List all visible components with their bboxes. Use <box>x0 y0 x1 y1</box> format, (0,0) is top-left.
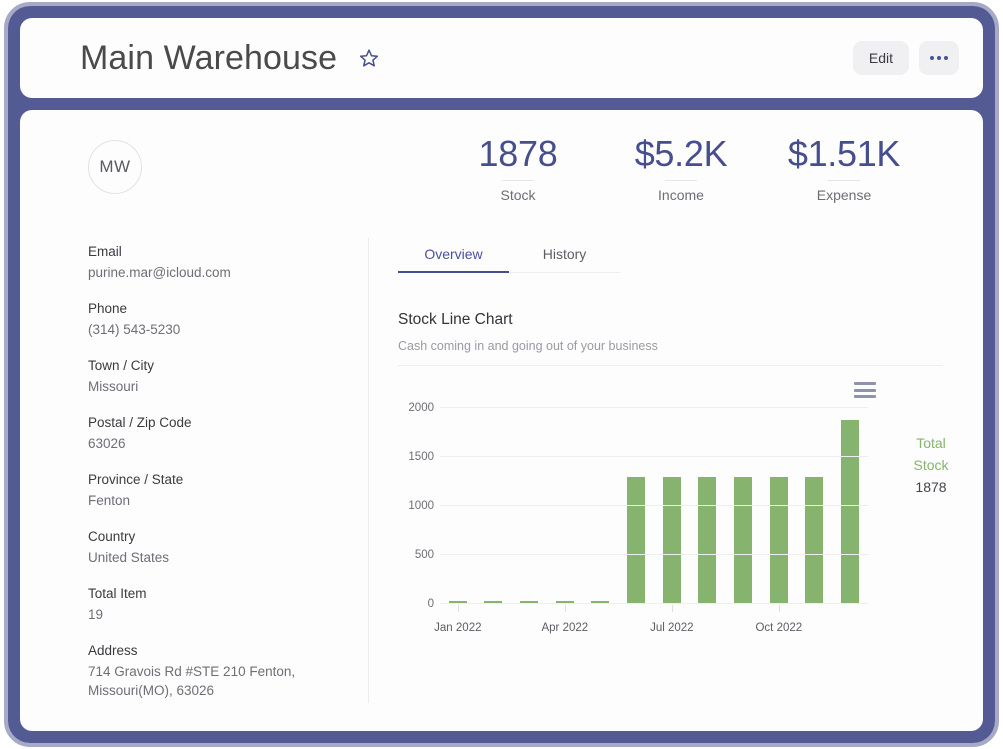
tab-overview[interactable]: Overview <box>398 238 509 273</box>
stock-bar-chart: 0 500 1000 1500 2000 Jan 2022 Apr 2022 Jul 2022… <box>398 382 949 642</box>
stat-divider <box>828 180 860 181</box>
tab-bar: Overview History <box>398 238 620 273</box>
more-dot <box>937 56 941 60</box>
stat-income: $5.2K Income <box>606 132 756 203</box>
x-axis-tick <box>564 605 566 612</box>
info-value: United States <box>88 550 170 565</box>
bar-group <box>440 408 868 604</box>
chart-gridline <box>440 603 868 604</box>
chart-subtitle: Cash coming in and going out of your bus… <box>398 339 943 366</box>
menu-line <box>854 388 876 392</box>
x-axis-tick <box>457 605 459 612</box>
info-label: Town / City <box>88 358 155 373</box>
info-value: (314) 543-5230 <box>88 322 181 337</box>
hamburger-menu-icon[interactable] <box>854 382 876 398</box>
right-panel: Overview History Stock Line Chart Cash c… <box>398 238 949 642</box>
y-axis-tick-label: 500 <box>414 549 434 561</box>
info-field-province-state: Province / State Fenton <box>88 472 368 510</box>
column-divider <box>368 238 369 703</box>
info-field-email: Email purine.mar@icloud.com <box>88 244 368 282</box>
chart-gridline <box>440 407 868 408</box>
bar[interactable] <box>662 476 681 604</box>
info-value: 714 Gravois Rd #STE 210 Fenton, Missouri… <box>88 664 296 698</box>
info-field-total-item: Total Item 19 <box>88 586 368 624</box>
info-label: Address <box>88 643 138 658</box>
more-options-button[interactable] <box>919 41 959 75</box>
info-label: Total Item <box>88 586 147 601</box>
legend-total-value: 1878 <box>915 479 947 495</box>
stat-income-value: $5.2K <box>634 133 728 174</box>
edit-button[interactable]: Edit <box>852 41 909 75</box>
x-axis-tick-label: Oct 2022 <box>755 622 803 634</box>
info-field-address: Address 714 Gravois Rd #STE 210 Fenton, … <box>88 643 368 700</box>
stat-divider <box>665 180 697 181</box>
stat-stock: 1878 Stock <box>443 132 593 203</box>
info-label: Province / State <box>88 472 184 487</box>
more-dot <box>944 56 948 60</box>
chart-gridline <box>440 456 868 457</box>
x-axis-tick-label: Apr 2022 <box>541 622 589 634</box>
stat-stock-value: 1878 <box>478 133 558 174</box>
x-axis-tick <box>671 605 673 612</box>
bar[interactable] <box>805 476 824 604</box>
info-field-town-city: Town / City Missouri <box>88 358 368 396</box>
info-value: Fenton <box>88 493 131 508</box>
info-value: 63026 <box>88 436 126 451</box>
x-axis-tick-label: Jan 2022 <box>434 622 482 634</box>
bar[interactable] <box>841 419 860 604</box>
info-field-postal-zip: Postal / Zip Code 63026 <box>88 415 368 453</box>
y-axis-tick-label: 1500 <box>408 451 434 463</box>
info-label: Country <box>88 529 136 544</box>
stat-expense-value: $1.51K <box>787 133 901 174</box>
info-field-phone: Phone (314) 543-5230 <box>88 301 368 339</box>
legend-name-line1: Total <box>916 435 946 451</box>
bar[interactable] <box>769 476 788 604</box>
bar[interactable] <box>734 476 753 604</box>
detail-card: MW 1878 Stock $5.2K Income $1.51K Expens… <box>20 110 983 731</box>
summary-row: MW 1878 Stock $5.2K Income $1.51K Expens… <box>20 110 983 224</box>
chart-legend: Total Stock 1878 <box>893 432 969 495</box>
stat-stock-label: Stock <box>500 187 536 203</box>
y-axis-tick-label: 0 <box>427 598 434 610</box>
info-label: Postal / Zip Code <box>88 415 192 430</box>
y-axis-tick-label: 2000 <box>408 402 434 414</box>
chart-gridline <box>440 505 868 506</box>
star-icon[interactable] <box>359 48 379 68</box>
title-bar: Main Warehouse Edit <box>20 18 983 98</box>
more-dot <box>930 56 934 60</box>
window-frame: Main Warehouse Edit MW 1878 Stock $5.2K <box>4 2 999 747</box>
info-column: Email purine.mar@icloud.com Phone (314) … <box>88 244 368 719</box>
avatar: MW <box>88 140 142 194</box>
stat-expense: $1.51K Expense <box>769 132 919 203</box>
info-label: Email <box>88 244 122 259</box>
menu-line <box>854 382 876 385</box>
x-axis-tick-label: Jul 2022 <box>650 622 694 634</box>
chart-header: Stock Line Chart Cash coming in and goin… <box>398 311 943 366</box>
chart-plot-area: 0 500 1000 1500 2000 Jan 2022 Apr 2022 Jul 2022… <box>398 402 868 634</box>
tab-history[interactable]: History <box>509 238 620 272</box>
x-axis-tick <box>778 605 780 612</box>
menu-line <box>854 395 876 398</box>
y-axis-tick-label: 1000 <box>408 500 434 512</box>
stat-expense-label: Expense <box>816 187 872 203</box>
stat-divider <box>502 180 534 181</box>
info-value: purine.mar@icloud.com <box>88 265 231 280</box>
stat-income-label: Income <box>658 187 704 203</box>
chart-title: Stock Line Chart <box>398 311 513 328</box>
info-label: Phone <box>88 301 128 316</box>
legend-name-line2: Stock <box>913 457 949 473</box>
page-title: Main Warehouse <box>80 38 338 77</box>
info-value: Missouri <box>88 379 139 394</box>
info-value: 19 <box>88 607 104 622</box>
chart-gridline <box>440 554 868 555</box>
bar[interactable] <box>627 476 646 604</box>
bar[interactable] <box>698 476 717 604</box>
info-field-country: Country United States <box>88 529 368 567</box>
